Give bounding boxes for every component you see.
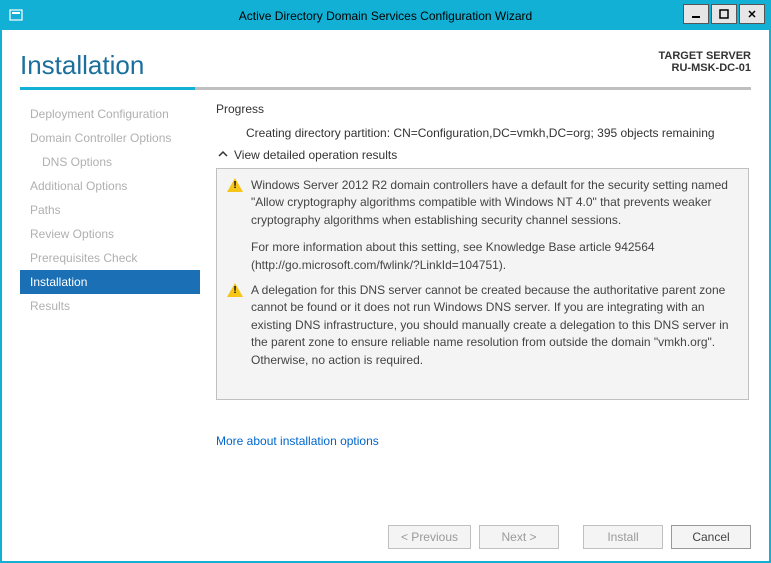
wizard-window: Active Directory Domain Services Configu… <box>0 0 771 563</box>
app-icon <box>8 8 24 24</box>
warning-row: ! Windows Server 2012 R2 domain controll… <box>227 177 738 274</box>
minimize-button[interactable] <box>683 4 709 24</box>
window-buttons <box>681 4 765 24</box>
page-title: Installation <box>20 50 144 81</box>
warning-row: ! A delegation for this DNS server canno… <box>227 282 738 369</box>
titlebar: Active Directory Domain Services Configu… <box>2 2 769 30</box>
main-area: Deployment Configuration Domain Controll… <box>20 102 751 515</box>
collapse-results[interactable]: View detailed operation results <box>216 148 749 162</box>
collapse-results-label: View detailed operation results <box>234 148 397 162</box>
previous-button[interactable]: < Previous <box>388 525 471 549</box>
target-server-label: TARGET SERVER <box>659 50 752 62</box>
nav-results[interactable]: Results <box>20 294 200 318</box>
target-server-block: TARGET SERVER RU-MSK-DC-01 <box>659 50 752 74</box>
results-box: ! Windows Server 2012 R2 domain controll… <box>216 168 749 400</box>
warning-icon: ! <box>227 282 245 300</box>
window-title: Active Directory Domain Services Configu… <box>2 9 769 23</box>
wizard-client: Installation TARGET SERVER RU-MSK-DC-01 … <box>2 30 769 561</box>
nav-installation[interactable]: Installation <box>20 270 200 294</box>
nav-prerequisites-check[interactable]: Prerequisites Check <box>20 246 200 270</box>
nav-review-options[interactable]: Review Options <box>20 222 200 246</box>
wizard-nav: Deployment Configuration Domain Controll… <box>20 102 200 515</box>
nav-deployment-configuration[interactable]: Deployment Configuration <box>20 102 200 126</box>
cancel-button[interactable]: Cancel <box>671 525 751 549</box>
warning-icon: ! <box>227 177 245 195</box>
warning-message: A delegation for this DNS server cannot … <box>251 282 738 369</box>
more-about-link[interactable]: More about installation options <box>216 434 749 448</box>
maximize-button[interactable] <box>711 4 737 24</box>
wizard-footer: < Previous Next > Install Cancel <box>20 515 751 549</box>
warning-text: A delegation for this DNS server cannot … <box>251 282 738 369</box>
nav-additional-options[interactable]: Additional Options <box>20 174 200 198</box>
warning-message: Windows Server 2012 R2 domain controller… <box>251 177 738 274</box>
header-separator <box>20 87 751 90</box>
nav-paths[interactable]: Paths <box>20 198 200 222</box>
nav-domain-controller-options[interactable]: Domain Controller Options <box>20 126 200 150</box>
close-button[interactable] <box>739 4 765 24</box>
target-server-value: RU-MSK-DC-01 <box>659 62 752 74</box>
header-row: Installation TARGET SERVER RU-MSK-DC-01 <box>20 50 751 81</box>
install-button[interactable]: Install <box>583 525 663 549</box>
nav-dns-options[interactable]: DNS Options <box>20 150 200 174</box>
content-area: Progress Creating directory partition: C… <box>200 102 751 515</box>
progress-status: Creating directory partition: CN=Configu… <box>246 126 749 140</box>
chevron-up-icon <box>216 149 230 162</box>
next-button[interactable]: Next > <box>479 525 559 549</box>
warning-text: Windows Server 2012 R2 domain controller… <box>251 177 738 229</box>
progress-label: Progress <box>216 102 749 116</box>
warning-text: For more information about this setting,… <box>251 239 738 274</box>
